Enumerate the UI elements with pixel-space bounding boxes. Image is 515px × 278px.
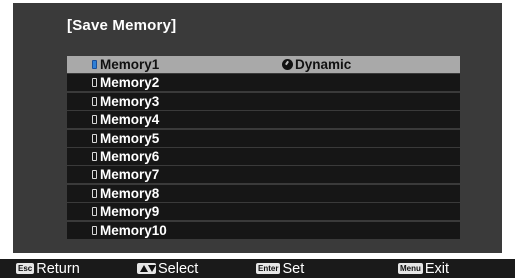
select-label: Select — [158, 260, 199, 277]
memory-mode: Dynamic — [282, 56, 351, 73]
memory-row-7[interactable]: Memory7 — [67, 166, 460, 184]
memory-slot-icon — [92, 78, 97, 88]
memory-row-9[interactable]: Memory9 — [67, 203, 460, 221]
memory-label: Memory8 — [100, 185, 160, 201]
set-label: Set — [282, 260, 305, 277]
memory-slot-icon — [92, 207, 97, 217]
button-guide-bar: Esc Return Select Enter Set Menu Exit — [0, 259, 515, 278]
esc-key-icon: Esc — [16, 263, 35, 274]
memory-row-10[interactable]: Memory10 — [67, 221, 460, 239]
exit-label: Exit — [424, 260, 450, 277]
memory-label: Memory10 — [100, 222, 167, 238]
dialog-title: [Save Memory] — [67, 17, 177, 34]
memory-label: Memory5 — [100, 130, 160, 146]
return-label: Return — [36, 260, 80, 277]
memory-slot-icon — [92, 60, 97, 69]
memory-label: Memory1 — [100, 57, 160, 72]
memory-mode-label: Dynamic — [295, 57, 352, 72]
memory-row-2[interactable]: Memory2 — [67, 74, 460, 92]
memory-row-3[interactable]: Memory3 — [67, 92, 460, 110]
memory-slot-icon — [92, 151, 97, 161]
memory-row-4[interactable]: Memory4 — [67, 111, 460, 129]
memory-slot-icon — [92, 115, 97, 125]
memory-label: Memory3 — [100, 93, 160, 109]
projector-screen: [Save Memory] Memory1 Dynamic Memory2 Me… — [0, 0, 515, 278]
save-memory-dialog: [Save Memory] Memory1 Dynamic Memory2 Me… — [13, 3, 502, 253]
color-mode-icon — [282, 59, 293, 70]
memory-row-8[interactable]: Memory8 — [67, 184, 460, 202]
memory-label: Memory7 — [100, 167, 160, 183]
memory-slot-icon — [92, 133, 97, 143]
memory-slot-icon — [92, 225, 97, 235]
memory-label: Memory2 — [100, 75, 160, 91]
set-hint[interactable]: Enter Set — [256, 259, 304, 278]
menu-key-icon: Menu — [398, 263, 423, 274]
up-down-arrow-icon — [137, 263, 156, 274]
memory-row-6[interactable]: Memory6 — [67, 147, 460, 165]
memory-slot-icon — [92, 188, 97, 198]
memory-slot-icon — [92, 170, 97, 180]
memory-list: Memory1 Dynamic Memory2 Memory3 Memory4 — [67, 56, 460, 240]
return-hint[interactable]: Esc Return — [16, 259, 80, 278]
enter-key-icon: Enter — [256, 263, 281, 274]
memory-label: Memory6 — [100, 148, 160, 164]
memory-label: Memory9 — [100, 204, 160, 220]
exit-hint[interactable]: Menu Exit — [398, 259, 449, 278]
memory-row-1[interactable]: Memory1 Dynamic — [67, 56, 460, 73]
memory-slot-icon — [92, 96, 97, 106]
memory-label: Memory4 — [100, 112, 160, 128]
select-hint[interactable]: Select — [137, 259, 198, 278]
memory-row-5[interactable]: Memory5 — [67, 129, 460, 147]
